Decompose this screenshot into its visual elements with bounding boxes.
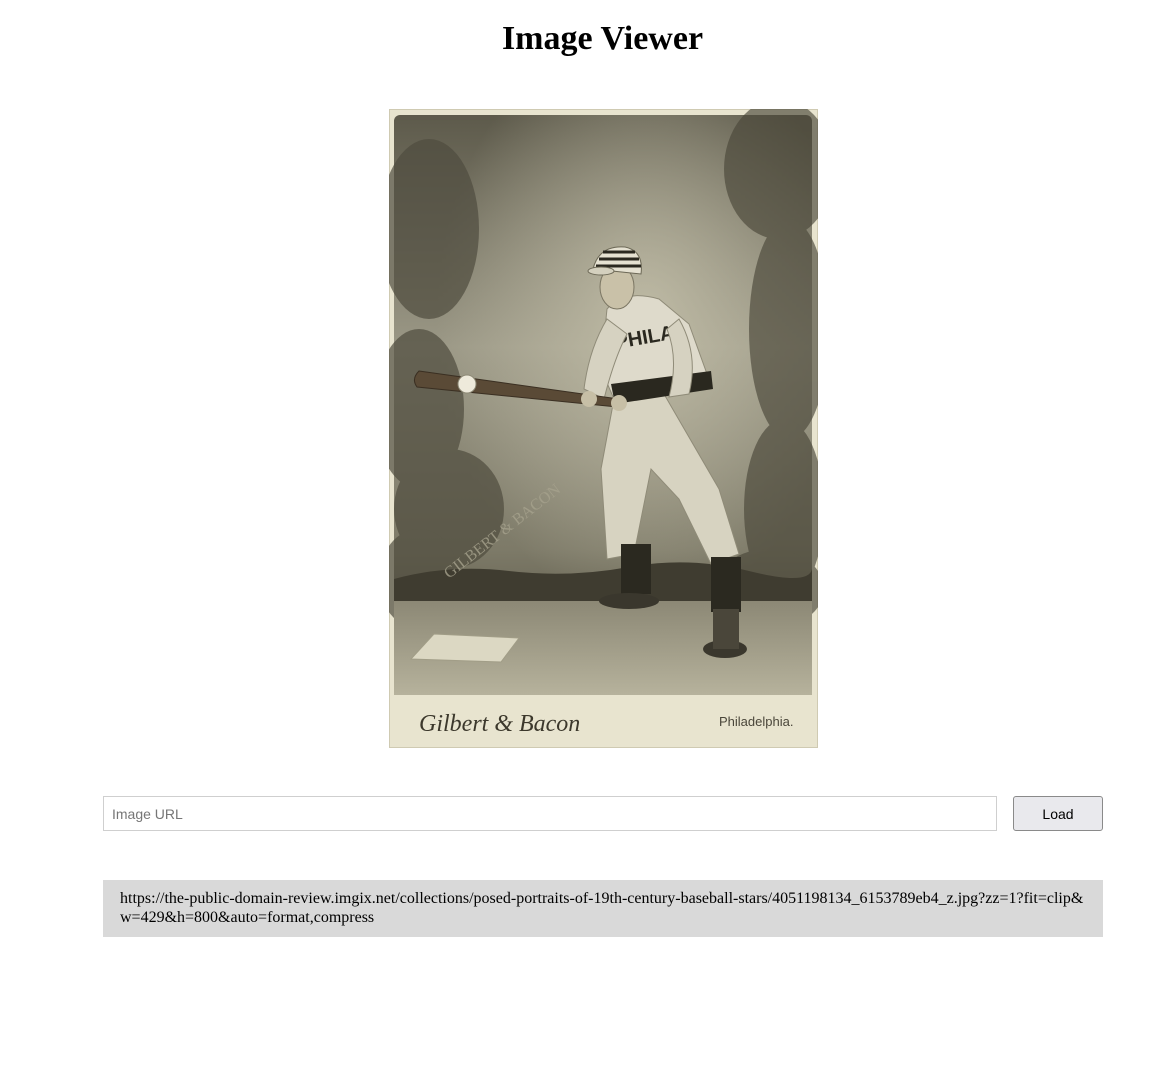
photo-display: GILBERT & BACON PHILA Gilbert & Bacon Ph…: [389, 109, 818, 748]
svg-text:Philadelphia.: Philadelphia.: [719, 714, 793, 729]
svg-text:Gilbert & Bacon: Gilbert & Bacon: [419, 711, 580, 737]
image-viewer-page: Image Viewer GILBERT & BACON PHILA Gilbe…: [0, 0, 1160, 1071]
image-url-input[interactable]: [103, 796, 997, 831]
page-title: Image Viewer: [501, 20, 704, 57]
current-image-url: https://the-public-domain-review.imgix.n…: [103, 880, 1103, 937]
load-button[interactable]: Load: [1013, 796, 1103, 831]
baseball-player-photo: GILBERT & BACON PHILA Gilbert & Bacon Ph…: [389, 109, 818, 748]
